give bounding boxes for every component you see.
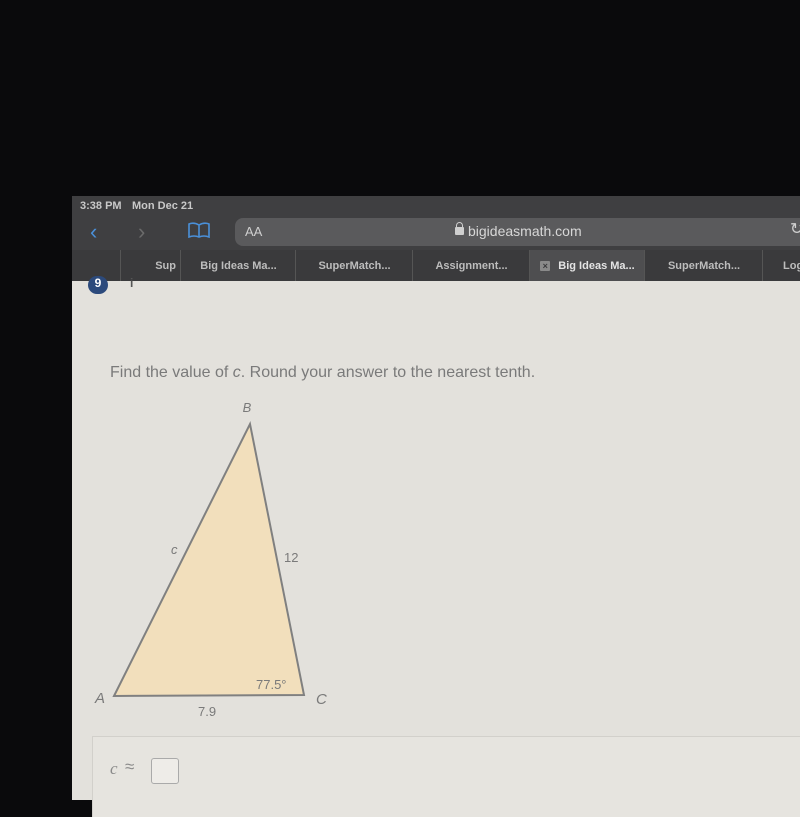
prompt-variable: c <box>232 364 241 381</box>
tab-label: Sup <box>155 259 176 272</box>
reload-icon[interactable]: ↻ <box>790 219 800 239</box>
forward-chevron-icon[interactable]: › <box>138 219 145 245</box>
status-bar: 3:38 PM Mon Dec 21 <box>72 196 800 214</box>
angle-label-c: 77.5° <box>256 677 287 692</box>
tab-item[interactable]: Sup <box>120 250 180 281</box>
tab-label: Big Ideas Ma... <box>558 259 635 272</box>
side-label-7-9: 7.9 <box>198 704 216 719</box>
tab-item[interactable]: Big Ideas Ma... <box>180 250 296 281</box>
tab-label: Big Ideas Ma... <box>200 259 277 272</box>
back-chevron-icon[interactable]: ‹ <box>90 219 97 245</box>
triangle-figure: B A C c 12 7.9 77.5° <box>94 400 327 719</box>
triangle-shape <box>112 420 306 698</box>
status-date: Mon Dec 21 <box>132 200 194 212</box>
prompt-text: . Round your answer to the nearest tenth… <box>240 364 536 381</box>
status-time: 3:38 PM <box>80 200 122 212</box>
tab-label: Assignment... <box>435 259 508 272</box>
tab-item-active[interactable]: × Big Ideas Ma... <box>529 250 645 281</box>
question-prompt: Find the value of c. Round your answer t… <box>110 364 535 382</box>
tab-item[interactable]: Assignment... <box>412 250 530 281</box>
vertex-label-b: B <box>243 400 252 415</box>
close-tab-icon[interactable]: × <box>540 260 551 271</box>
prompt-text: Find the value of <box>110 364 233 381</box>
browser-toolbar: ‹ › AA bigideasmath.com ↻ <box>72 214 800 250</box>
answer-panel <box>92 736 800 817</box>
vertex-label-c: C <box>316 691 327 708</box>
tab-item[interactable]: Log <box>762 250 800 281</box>
ipad-screen: 3:38 PM Mon Dec 21 ‹ › AA bigideasmath.c… <box>72 196 800 817</box>
side-label-c: c <box>171 542 178 557</box>
bookmarks-book-icon[interactable] <box>188 222 210 243</box>
approx-symbol: ≈ <box>125 757 135 776</box>
tab-label: SuperMatch... <box>667 259 741 272</box>
answer-variable: c <box>110 759 118 778</box>
answer-input[interactable] <box>151 758 179 784</box>
question-number-badge[interactable]: 9 <box>88 276 108 294</box>
url-text[interactable]: bigideasmath.com <box>468 223 582 239</box>
lock-icon <box>455 222 464 235</box>
vertex-label-a: A <box>94 690 105 707</box>
side-label-12: 12 <box>284 550 298 565</box>
text-size-button[interactable]: AA <box>245 224 262 239</box>
tab-item[interactable]: SuperMatch... <box>644 250 763 281</box>
tab-label: SuperMatch... <box>318 259 391 272</box>
tab-bar: Sup Big Ideas Ma... SuperMatch... Assign… <box>72 250 800 281</box>
address-bar[interactable]: AA bigideasmath.com <box>235 218 800 246</box>
info-icon[interactable]: i <box>130 276 133 290</box>
tab-item[interactable]: SuperMatch... <box>295 250 413 281</box>
tab-label: Log <box>783 259 800 272</box>
